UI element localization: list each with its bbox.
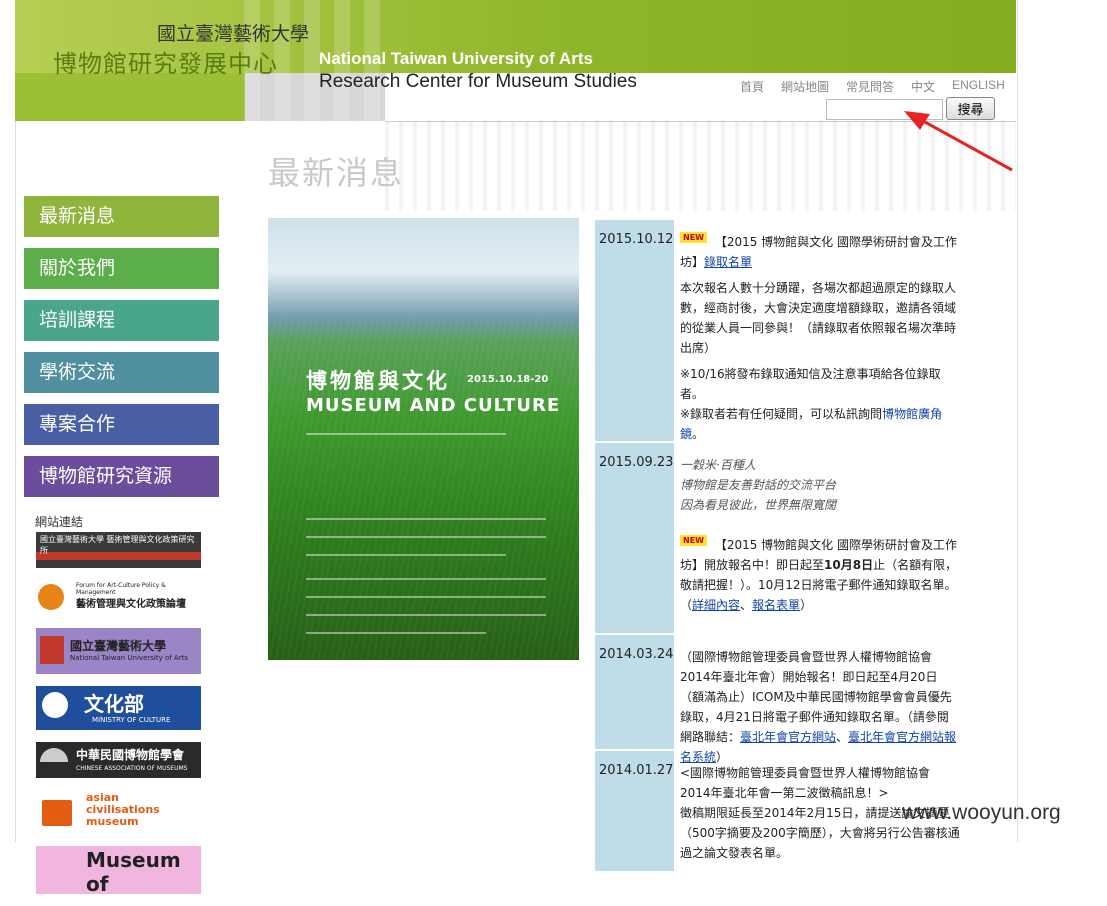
news-link-taipei-official-site[interactable]: 臺北年會官方網站 <box>740 730 836 744</box>
sidebar-item-training[interactable]: 培訓課程 <box>24 300 219 341</box>
news-content: （國際博物館管理委員會暨世界人權博物館協會2014年臺北年會）開始報名！即日起至… <box>674 635 960 764</box>
news-tagline: 博物館是友善對話的交流平台 <box>680 478 837 492</box>
poster-title-cn: 博物館與文化 <box>306 369 450 393</box>
link-logo-liverpool[interactable]: Museum of Liverpool <box>36 846 201 894</box>
poster-date: 2015.10.18-20 <box>467 374 549 385</box>
link-logo-ministry-culture[interactable]: 文化部 MINISTRY OF CULTURE <box>36 686 201 730</box>
nav-english[interactable]: ENGLISH <box>952 78 1005 95</box>
sidebar-item-academic[interactable]: 學術交流 <box>24 352 219 393</box>
news-list: 2015.10.12 NEW 【2015 博物館與文化 國際學術研討會及工作坊】… <box>595 220 960 873</box>
center-name-en: Research Center for Museum Studies <box>319 71 637 92</box>
school-name-cn: 國立臺灣藝術大學 <box>157 23 310 45</box>
news-link-registration-form[interactable]: 報名表單 <box>752 598 800 612</box>
news-row: 2014.03.24 （國際博物館管理委員會暨世界人權博物館協會2014年臺北年… <box>595 635 960 764</box>
links-title: 網站連結 <box>35 515 84 529</box>
new-badge-icon: NEW <box>680 232 707 243</box>
nav-faq[interactable]: 常見問答 <box>846 78 894 95</box>
new-badge-icon: NEW <box>680 535 707 546</box>
poster-fine-print <box>306 433 506 435</box>
news-row: 2015.10.12 NEW 【2015 博物館與文化 國際學術研討會及工作坊】… <box>595 220 960 443</box>
news-date: 2014.01.27 <box>595 751 674 871</box>
news-punct: 。 <box>692 427 705 441</box>
news-date: 2015.09.23 <box>595 443 674 633</box>
links-list: 國立臺灣藝術大學 藝術管理與文化政策研究所 Forum for Art-Cult… <box>36 532 201 906</box>
link-logo-ntua-arts-mgmt[interactable]: 國立臺灣藝術大學 藝術管理與文化政策研究所 <box>36 532 201 568</box>
news-link-details[interactable]: 詳細內容 <box>692 598 740 612</box>
link-logo-ntua[interactable]: 國立臺灣藝術大學 National Taiwan University of A… <box>36 628 201 674</box>
news-tagline: 因為看見彼此，世界無限寬闊 <box>680 498 837 512</box>
poster-fine-print <box>306 614 546 616</box>
top-nav: 首頁 網站地圖 常見問答 中文 ENGLISH <box>740 78 1005 95</box>
news-punct: ） <box>800 598 813 612</box>
news-deadline: 10月8日 <box>824 558 874 572</box>
sidebar-item-resources[interactable]: 博物館研究資源 <box>24 456 219 497</box>
link-logo-museum-association[interactable]: 中華民國博物館學會 CHINESE ASSOCIATION OF MUSEUMS <box>36 742 201 778</box>
poster-fine-print <box>306 632 486 634</box>
event-poster[interactable]: 博物館與文化 2015.10.18-20 MUSEUM AND CULTURE <box>268 218 579 660</box>
news-content: NEW 【2015 博物館與文化 國際學術研討會及工作坊】錄取名單 本次報名人數… <box>674 220 960 441</box>
watermark: www.wooyun.org <box>902 801 1061 824</box>
poster-fine-print <box>306 554 506 556</box>
news-paragraph: 本次報名人數十分踴躍，各場次都超過原定的錄取人數，經商討後，大會決定適度增額錄取… <box>680 281 957 355</box>
poster-fine-print <box>306 536 546 538</box>
poster-fine-print <box>306 518 546 520</box>
background-pattern <box>385 121 1016 211</box>
nav-chinese[interactable]: 中文 <box>911 78 935 95</box>
news-paragraph: <國際博物館管理委員會暨世界人權博物館協會2014年臺北年會一第二波徵稿訊息！> <box>680 766 931 800</box>
news-date: 2015.10.12 <box>595 220 674 441</box>
news-punct: （ <box>680 598 693 612</box>
school-name-en: National Taiwan University of Arts <box>319 49 593 68</box>
nav-sitemap[interactable]: 網站地圖 <box>781 78 829 95</box>
news-row: 2015.09.23 一穀米·百種人 博物館是友善對話的交流平台 因為看見彼此，… <box>595 443 960 635</box>
center-name-cn[interactable]: 博物館研究發展中心 <box>53 44 278 79</box>
sidebar-menu: 最新消息 關於我們 培訓課程 學術交流 專案合作 博物館研究資源 <box>24 196 219 508</box>
news-tagline: 一穀米·百種人 <box>680 458 756 472</box>
nav-home[interactable]: 首頁 <box>740 78 764 95</box>
poster-fine-print <box>306 596 546 598</box>
news-paragraph: ※錄取者若有任何疑問，可以私訊詢問 <box>680 407 883 421</box>
news-punct: 、 <box>740 598 753 612</box>
link-logo-forum[interactable]: Forum for Art-Culture Policy & Managemen… <box>36 580 201 616</box>
news-punct: 、 <box>836 730 849 744</box>
news-content: 一穀米·百種人 博物館是友善對話的交流平台 因為看見彼此，世界無限寬闊 NEW … <box>674 443 960 633</box>
page-title: 最新消息 <box>268 154 405 192</box>
news-date: 2014.03.24 <box>595 635 674 749</box>
sidebar-item-news[interactable]: 最新消息 <box>24 196 219 237</box>
header-left-strip <box>15 73 245 121</box>
poster-title-en: MUSEUM AND CULTURE <box>306 395 561 416</box>
news-paragraph: ※10/16將發布錄取通知信及注意事項給各位錄取者。 <box>680 367 941 401</box>
poster-fine-print <box>306 578 546 580</box>
link-logo-asian-civilisations[interactable]: asian civilisations museum <box>36 790 201 834</box>
sidebar-item-about[interactable]: 關於我們 <box>24 248 219 289</box>
sidebar-item-projects[interactable]: 專案合作 <box>24 404 219 445</box>
news-link-admission-list[interactable]: 錄取名單 <box>704 255 752 269</box>
